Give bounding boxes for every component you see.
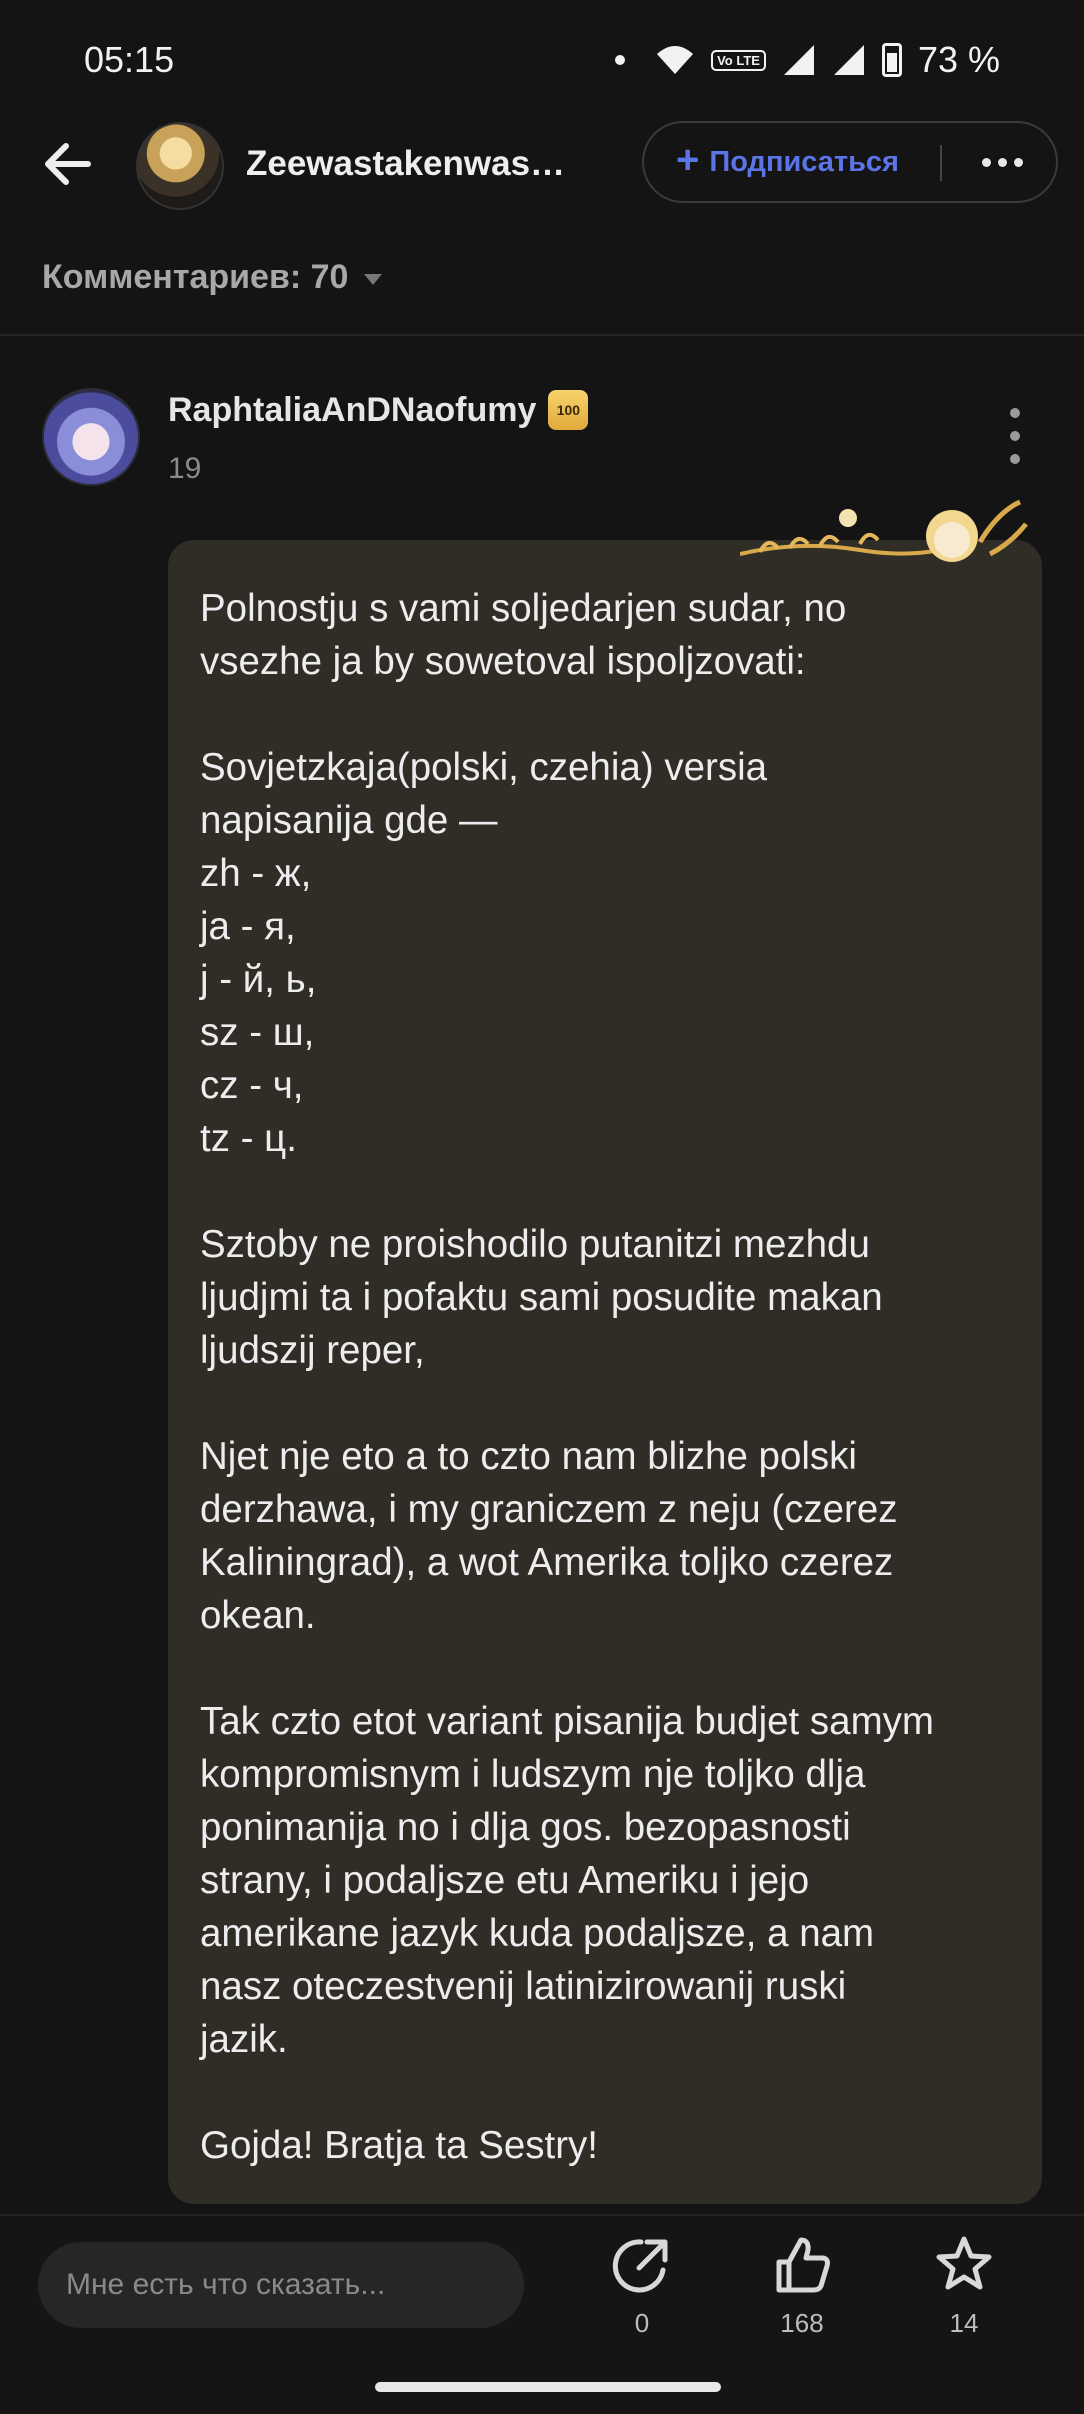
divider (0, 334, 1084, 336)
commenter-name-row: RaphtaliaAnDNaofumy 100 (168, 390, 589, 430)
more-dot (981, 157, 991, 167)
kebab-dot (1010, 408, 1020, 418)
more-options-button[interactable] (966, 123, 1038, 201)
notification-dot-icon (615, 55, 626, 65)
battery-icon (881, 43, 902, 77)
subscribe-label: Подписаться (709, 145, 899, 178)
signal-icon (783, 45, 814, 75)
comments-count-label: Комментариев: 70 (42, 258, 349, 296)
kebab-dot (1010, 454, 1020, 464)
commenter-username[interactable]: RaphtaliaAnDNaofumy (168, 391, 536, 430)
comment-menu-button[interactable] (1000, 408, 1030, 464)
status-time: 05:15 (84, 39, 175, 80)
share-button[interactable]: 0 (587, 2234, 697, 2364)
bottom-bar: Мне есть что сказать... 0 168 14 (0, 2214, 1084, 2414)
star-icon (936, 2236, 992, 2290)
comment-input[interactable]: Мне есть что сказать... (38, 2242, 524, 2328)
share-count: 0 (634, 2308, 650, 2338)
signal-icon-2 (833, 45, 864, 75)
battery-level: 73 % (917, 39, 1000, 80)
status-icons: Vo LTE 73 % (615, 39, 1000, 81)
bubble-decoration-icon (740, 499, 1028, 562)
commenter-avatar[interactable] (42, 388, 140, 486)
level-badge-icon: 100 (548, 390, 589, 430)
thumbs-up-icon (776, 2237, 830, 2293)
more-dot (1013, 157, 1023, 167)
more-dot (997, 157, 1007, 167)
share-icon (612, 2239, 668, 2293)
caret-down-icon (364, 274, 383, 285)
kebab-dot (1010, 431, 1020, 441)
favorite-button[interactable]: 14 (909, 2234, 1019, 2364)
favorite-count: 14 (949, 2308, 979, 2338)
back-button[interactable] (38, 134, 98, 194)
author-name[interactable]: Zeewastakenwas… (246, 144, 565, 184)
comment-bubble: Polnostju s vami soljedarjen sudar, no v… (168, 499, 1042, 2204)
comments-sort-toggle[interactable]: Комментариев: 70 (42, 258, 383, 297)
author-avatar[interactable] (136, 122, 224, 210)
subscribe-button[interactable]: + Подписаться (676, 123, 899, 201)
like-count: 168 (780, 2308, 824, 2338)
subscribe-pill: + Подписаться (642, 121, 1058, 203)
status-bar: 05:15 Vo LTE 73 % (0, 0, 1084, 120)
wifi-icon (657, 46, 694, 74)
like-button[interactable]: 168 (747, 2234, 857, 2364)
pill-divider (940, 145, 942, 181)
arrow-left-icon (45, 143, 91, 185)
top-nav: Zeewastakenwas… + Подписаться (0, 118, 1084, 210)
plus-icon: + (676, 138, 700, 182)
commenter-comment-count: 19 (168, 452, 202, 485)
comment-text: Polnostju s vami soljedarjen sudar, no v… (200, 587, 934, 2167)
home-indicator[interactable] (375, 2382, 721, 2392)
volte-icon: Vo LTE (711, 49, 766, 71)
